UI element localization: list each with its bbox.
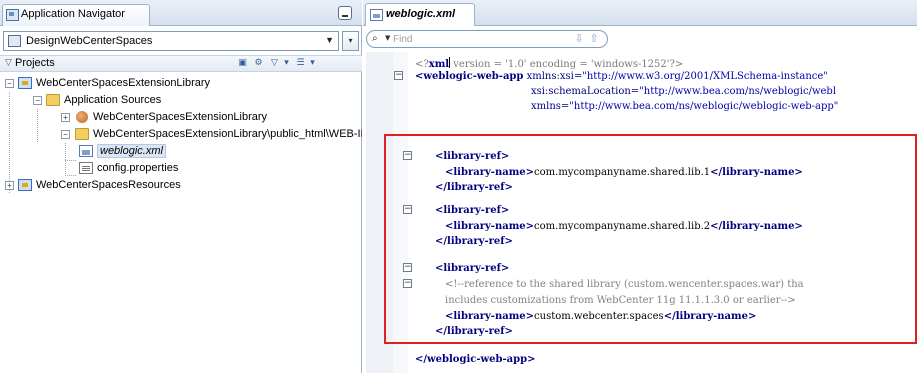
tree-item-web-inf[interactable]: − WebCenterSpacesExtensionLibrary\public… [0, 126, 362, 143]
xml-file-icon [370, 9, 383, 21]
refresh-icon[interactable]: ▣ [236, 58, 249, 70]
code-line-4: xmlns="http://www.bea.com/ns/weblogic/we… [531, 101, 839, 112]
collapse-icon[interactable]: − [5, 79, 14, 88]
application-selector-value: DesignWebCenterSpaces [26, 35, 153, 47]
find-previous-icon[interactable]: ⇧ [587, 32, 601, 46]
tree-item-package[interactable]: + WebCenterSpacesExtensionLibrary [0, 109, 362, 126]
navigator-tab-bar: Application Navigator [0, 0, 362, 26]
application-selector-row: DesignWebCenterSpaces ▼ ▾ [0, 30, 362, 52]
navigator-icon [6, 9, 19, 21]
xml-file-icon [79, 145, 93, 157]
tree-item-label: WebCenterSpacesExtensionLibrary\public_h… [93, 128, 362, 140]
working-sets-icon[interactable]: ⚙ [252, 58, 265, 70]
project-icon [18, 77, 32, 89]
code-line-1: <?xml version = '1.0' encoding = 'window… [415, 57, 684, 70]
binoculars-icon[interactable]: ⌕ [372, 33, 378, 44]
tree-item-label: WebCenterSpacesExtensionLibrary [36, 77, 211, 89]
find-bar: ⌕ ▼ ⇩ ⇧ [366, 30, 608, 48]
tab-weblogic-xml[interactable]: weblogic.xml [365, 3, 475, 26]
tree-item-label: config.properties [97, 162, 179, 174]
code-line-closing-tag: </weblogic-web-app> [415, 354, 536, 365]
application-menu-button[interactable]: ▾ [342, 31, 359, 51]
application-icon [8, 35, 21, 47]
tree-item-config-properties[interactable]: config.properties [0, 160, 362, 177]
expand-icon[interactable]: + [61, 113, 70, 122]
application-selector[interactable]: DesignWebCenterSpaces ▼ [3, 31, 339, 51]
fold-collapse-icon[interactable]: − [394, 71, 403, 80]
tree-item-label: WebCenterSpacesResources [36, 179, 181, 191]
tab-application-navigator[interactable]: Application Navigator [2, 4, 150, 26]
highlight-annotation-box [384, 134, 917, 344]
properties-file-icon [79, 162, 93, 174]
code-line-2: <weblogic-web-app xmlns:xsi="http://www.… [415, 71, 828, 82]
code-line-3: xsi:schemaLocation="http://www.bea.com/n… [531, 86, 837, 97]
project-icon [18, 179, 32, 191]
tree-item-spaces-resources[interactable]: + WebCenterSpacesResources [0, 177, 362, 194]
collapse-chevron-icon[interactable]: ▽ [5, 58, 12, 68]
find-input[interactable] [393, 33, 573, 46]
tree-item-application-sources[interactable]: − Application Sources [0, 92, 362, 109]
navigator-tab-label: Application Navigator [21, 8, 125, 20]
collapse-icon[interactable]: − [33, 96, 42, 105]
sort-dropdown-icon[interactable]: ▾ [306, 58, 319, 70]
find-next-icon[interactable]: ⇩ [572, 32, 586, 46]
projects-label: Projects [15, 57, 55, 69]
projects-section-header[interactable]: ▽ Projects ▣ ⚙ ▽ ▾ ☰ ▾ [0, 55, 362, 72]
tree-item-label: Application Sources [64, 94, 162, 106]
tree-item-weblogic-xml[interactable]: weblogic.xml [0, 143, 362, 160]
application-navigator-panel: Application Navigator DesignWebCenterSpa… [0, 0, 362, 373]
chevron-down-icon[interactable]: ▼ [325, 35, 334, 45]
package-icon [76, 111, 88, 123]
collapse-icon[interactable]: − [61, 130, 70, 139]
editor-tab-label: weblogic.xml [386, 8, 456, 20]
tree-item-label: WebCenterSpacesExtensionLibrary [93, 111, 268, 123]
folder-icon [46, 94, 60, 106]
editor-tab-bar: weblogic.xml [363, 0, 917, 26]
tree-item-extension-library[interactable]: − WebCenterSpacesExtensionLibrary [0, 75, 362, 92]
find-options-dropdown-icon[interactable]: ▼ [385, 34, 390, 42]
minimize-panel-button[interactable] [338, 6, 352, 20]
tree-item-label: weblogic.xml [97, 144, 166, 158]
folder-icon [75, 128, 89, 140]
filter-dropdown-icon[interactable]: ▾ [280, 58, 293, 70]
expand-icon[interactable]: + [5, 181, 14, 190]
